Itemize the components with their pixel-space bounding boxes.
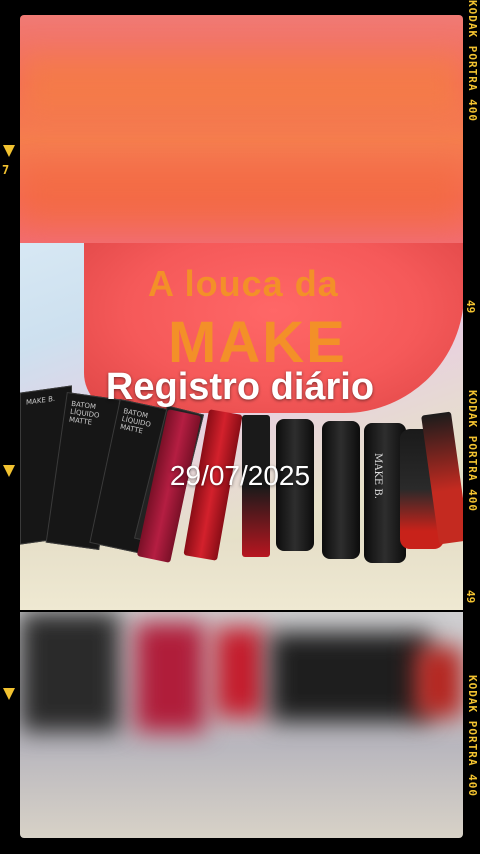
blur-shape: [135, 622, 205, 732]
overlay-date: 29/07/2025: [169, 460, 311, 491]
kodak-label: KODAK PORTRA 400: [466, 675, 479, 797]
blur-shape: [215, 627, 265, 717]
blur-shape: [20, 612, 120, 732]
film-left-number: 7: [2, 163, 10, 177]
film-frame: 7 KODAK PORTRA 400 49 KODAK PORTRA 400 4…: [0, 0, 480, 854]
blur-shape: [270, 632, 430, 722]
blur-band: [20, 165, 463, 225]
film-arrow-marker: [3, 145, 15, 157]
top-blurred-photo: [20, 15, 463, 243]
frame-number: 49: [464, 590, 477, 604]
kodak-label: KODAK PORTRA 400: [466, 0, 479, 122]
blur-band: [20, 55, 463, 115]
frame-number: 49: [464, 300, 477, 314]
bottom-blurred-photo: [20, 612, 463, 838]
main-photo: A louca da MAKE MAKE B. BATOM LÍQUIDO MA…: [20, 243, 463, 610]
overlay-title: Registro diário: [105, 366, 375, 408]
pouch-text-line1: A louca da: [148, 263, 339, 304]
blur-shape: [415, 647, 463, 717]
film-arrow-marker: [3, 688, 15, 700]
